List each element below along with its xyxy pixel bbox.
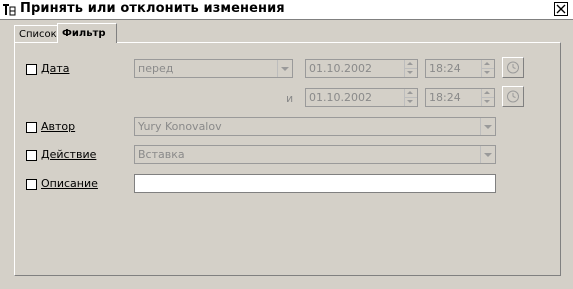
- time-from-clock-button[interactable]: [502, 57, 524, 78]
- action-label: Действие: [41, 148, 97, 161]
- close-button[interactable]: [554, 2, 568, 16]
- clock-icon: [507, 61, 519, 74]
- date-checkbox[interactable]: [26, 64, 37, 75]
- date-condition-select[interactable]: перед: [134, 59, 293, 78]
- title-separator: [0, 19, 573, 20]
- clock-icon: [507, 90, 519, 103]
- chevron-down-icon[interactable]: [480, 146, 495, 163]
- date-from-field[interactable]: 01.10.2002: [305, 59, 418, 78]
- date-label: Дата: [41, 62, 70, 75]
- date-condition-value: перед: [138, 62, 174, 75]
- close-icon: [556, 4, 566, 14]
- author-checkbox[interactable]: [26, 122, 37, 133]
- comment-label: Описание: [41, 177, 98, 190]
- time-to-clock-button[interactable]: [502, 86, 524, 107]
- window-title: Принять или отклонить изменения: [20, 1, 285, 16]
- title-bar[interactable]: Принять или отклонить изменения: [0, 0, 573, 19]
- time-from-field[interactable]: 18:24: [425, 59, 495, 78]
- chevron-down-icon[interactable]: [480, 118, 495, 135]
- and-label: и: [286, 92, 294, 105]
- time-to-field[interactable]: 18:24: [425, 88, 495, 107]
- chevron-down-icon[interactable]: [277, 60, 292, 77]
- comment-checkbox[interactable]: [26, 179, 37, 190]
- dialog-window: Принять или отклонить изменения Список Ф…: [0, 0, 573, 289]
- action-select[interactable]: Вставка: [134, 145, 496, 164]
- app-icon: [2, 2, 17, 17]
- date-to-field[interactable]: 01.10.2002: [305, 88, 418, 107]
- author-select[interactable]: Yury Konovalov: [134, 117, 496, 136]
- tab-filter[interactable]: Фильтр: [57, 23, 117, 43]
- action-checkbox[interactable]: [26, 150, 37, 161]
- comment-input[interactable]: [134, 174, 496, 193]
- author-label: Автор: [41, 120, 76, 133]
